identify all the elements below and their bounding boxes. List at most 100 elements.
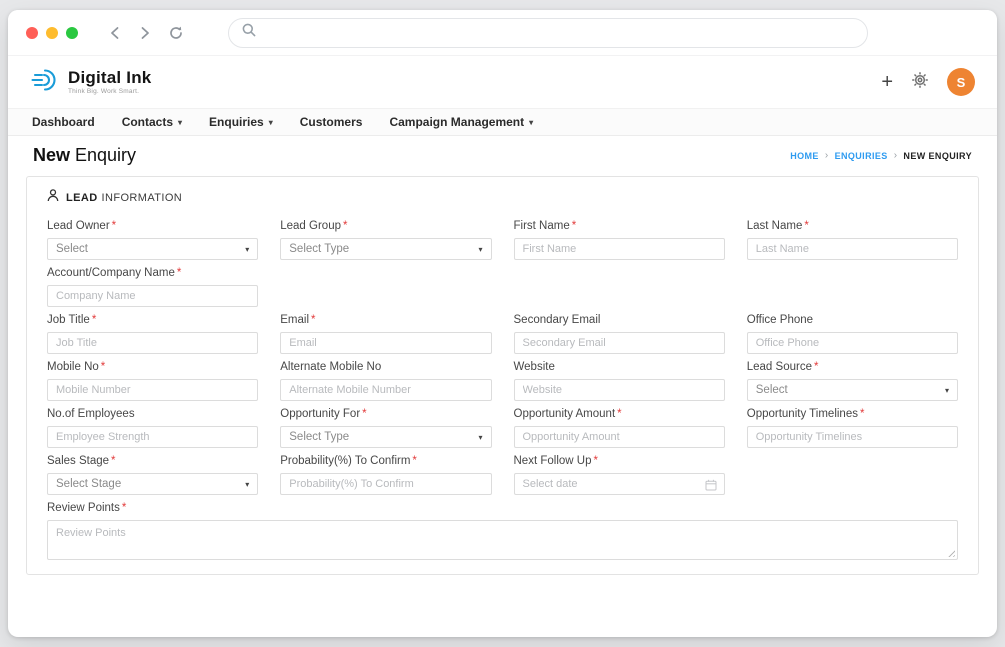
nav-item-contacts[interactable]: Contacts ▾	[122, 115, 182, 129]
label-text: Office Phone	[747, 313, 813, 327]
field-label: Lead Owner*	[47, 219, 258, 233]
label-text: First Name	[514, 219, 570, 233]
nav-label: Contacts	[122, 115, 173, 129]
field-label: Alternate Mobile No	[280, 360, 491, 374]
avatar[interactable]: S	[947, 68, 975, 96]
field-secondary-email: Secondary Email	[514, 313, 725, 354]
label-text: Mobile No	[47, 360, 99, 374]
field-job-title: Job Title*	[47, 313, 258, 354]
field-review-points: Review Points*	[47, 501, 958, 560]
field-lead-source: Lead Source* Select▾	[747, 360, 958, 401]
required-marker: *	[112, 219, 116, 233]
brand-tagline: Think Big. Work Smart.	[68, 89, 151, 96]
label-text: Job Title	[47, 313, 90, 327]
label-text: Sales Stage	[47, 454, 109, 468]
nav-label: Customers	[300, 115, 363, 129]
company-name-input[interactable]	[47, 285, 258, 307]
brand-name: Digital Ink	[68, 69, 151, 87]
forward-icon[interactable]	[138, 25, 152, 41]
page-title-secondary: Enquiry	[75, 145, 136, 166]
field-opportunity-amount: Opportunity Amount*	[514, 407, 725, 448]
field-label: Opportunity Amount*	[514, 407, 725, 421]
field-lead-owner: Lead Owner* Select▾	[47, 219, 258, 260]
lead-information-card: LEAD INFORMATION Lead Owner* Select▾ Lea…	[26, 176, 979, 575]
alternate-mobile-input[interactable]	[280, 379, 491, 401]
label-text: Account/Company Name	[47, 266, 175, 280]
required-marker: *	[122, 501, 126, 515]
field-website: Website	[514, 360, 725, 401]
probability-input[interactable]	[280, 473, 491, 495]
breadcrumb-enquiries[interactable]: ENQUIRIES	[835, 151, 888, 161]
required-marker: *	[814, 360, 818, 374]
next-follow-up-date-input[interactable]	[514, 473, 725, 495]
email-input[interactable]	[280, 332, 491, 354]
select-value: Select Type	[289, 243, 349, 255]
calendar-icon[interactable]	[705, 478, 717, 496]
field-label: Office Phone	[747, 313, 958, 327]
chevron-down-icon: ▾	[269, 118, 273, 127]
last-name-input[interactable]	[747, 238, 958, 260]
label-text: Next Follow Up	[514, 454, 592, 468]
breadcrumb-home[interactable]: HOME	[790, 151, 819, 161]
nav-item-customers[interactable]: Customers	[300, 115, 363, 129]
opportunity-timelines-input[interactable]	[747, 426, 958, 448]
field-alternate-mobile-no: Alternate Mobile No	[280, 360, 491, 401]
close-window-button[interactable]	[26, 27, 38, 39]
required-marker: *	[362, 407, 366, 421]
select-value: Select Stage	[56, 478, 121, 490]
required-marker: *	[311, 313, 315, 327]
breadcrumb: HOME › ENQUIRIES › NEW ENQUIRY	[790, 150, 972, 161]
lead-group-select[interactable]: Select Type▾	[280, 238, 491, 260]
employee-strength-input[interactable]	[47, 426, 258, 448]
minimize-window-button[interactable]	[46, 27, 58, 39]
add-icon[interactable]: +	[881, 72, 893, 92]
lead-source-select[interactable]: Select▾	[747, 379, 958, 401]
gear-icon[interactable]	[911, 71, 929, 94]
required-marker: *	[860, 407, 864, 421]
maximize-window-button[interactable]	[66, 27, 78, 39]
required-marker: *	[572, 219, 576, 233]
website-input[interactable]	[514, 379, 725, 401]
label-text: Alternate Mobile No	[280, 360, 381, 374]
required-marker: *	[177, 266, 181, 280]
nav-item-enquiries[interactable]: Enquiries ▾	[209, 115, 273, 129]
mobile-number-input[interactable]	[47, 379, 258, 401]
browser-toolbar	[8, 10, 997, 56]
nav-item-campaign-management[interactable]: Campaign Management ▾	[389, 115, 533, 129]
required-marker: *	[804, 219, 808, 233]
field-first-name: First Name*	[514, 219, 725, 260]
secondary-email-input[interactable]	[514, 332, 725, 354]
sales-stage-select[interactable]: Select Stage ▾	[47, 473, 258, 495]
browser-window: Digital Ink Think Big. Work Smart. +	[8, 10, 997, 637]
chevron-down-icon: ▾	[478, 433, 482, 442]
field-label: Lead Group*	[280, 219, 491, 233]
back-icon[interactable]	[108, 25, 122, 41]
nav-label: Dashboard	[32, 115, 95, 129]
grid-spacer	[280, 266, 958, 307]
review-points-textarea[interactable]	[47, 520, 958, 560]
field-label: Mobile No*	[47, 360, 258, 374]
field-label: First Name*	[514, 219, 725, 233]
lead-owner-select[interactable]: Select▾	[47, 238, 258, 260]
next-follow-up-date-wrap	[514, 473, 725, 495]
chevron-down-icon: ▾	[245, 480, 249, 489]
chevron-down-icon: ▾	[245, 245, 249, 254]
address-bar[interactable]	[228, 18, 868, 48]
job-title-input[interactable]	[47, 332, 258, 354]
field-label: Account/Company Name*	[47, 266, 258, 280]
opportunity-for-select[interactable]: Select Type▾	[280, 426, 491, 448]
office-phone-input[interactable]	[747, 332, 958, 354]
opportunity-amount-input[interactable]	[514, 426, 725, 448]
refresh-icon[interactable]	[168, 25, 184, 41]
section-title-primary: LEAD	[66, 192, 98, 204]
select-value: Select	[756, 384, 788, 396]
first-name-input[interactable]	[514, 238, 725, 260]
field-account-company-name: Account/Company Name*	[47, 266, 258, 307]
person-icon	[47, 189, 59, 207]
field-email: Email*	[280, 313, 491, 354]
chevron-down-icon: ▾	[178, 118, 182, 127]
brand-logo[interactable]: Digital Ink Think Big. Work Smart.	[30, 66, 151, 99]
field-label: Sales Stage*	[47, 454, 258, 468]
nav-item-dashboard[interactable]: Dashboard	[32, 115, 95, 129]
required-marker: *	[593, 454, 597, 468]
